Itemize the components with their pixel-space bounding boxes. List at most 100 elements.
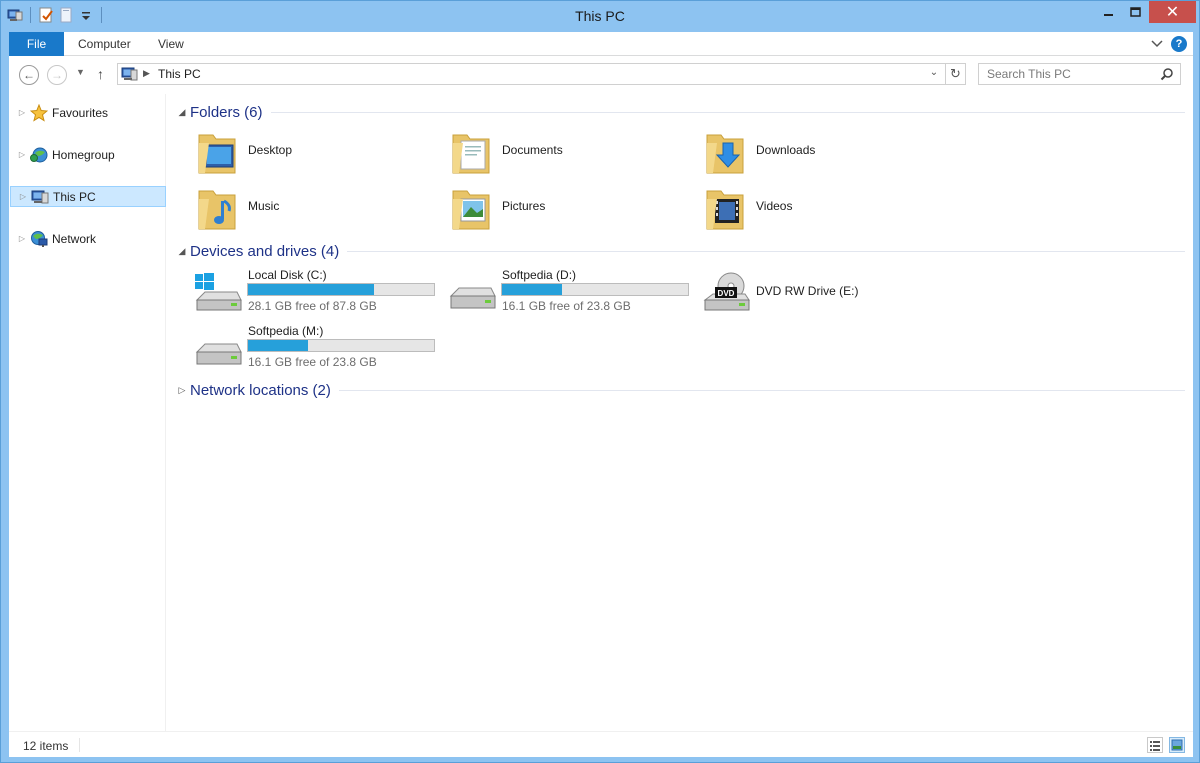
drive-free-space: 16.1 GB free of 23.8 GB [248,355,377,369]
group-divider [338,389,1185,391]
folder-label: Documents [502,143,563,157]
tab-computer[interactable]: Computer [78,32,131,56]
drive-tile-c[interactable]: Local Disk (C:) 28.1 GB free of 87.8 GB [183,268,435,320]
status-bar: 12 items [9,731,1193,757]
group-title: Folders (6) [190,103,263,121]
address-bar[interactable]: ▶ This PC ⌄ ↻ [117,63,966,85]
sidebar-item-homegroup[interactable]: ▷ Homegroup [10,144,166,165]
minimize-icon [1104,14,1113,16]
minimize-button[interactable] [1096,1,1122,23]
collapse-arrow-icon[interactable]: ◢ [175,107,189,118]
recent-locations-icon[interactable]: ▼ [76,67,85,77]
group-header-network-locations[interactable]: ▷ Network locations (2) [175,380,1185,400]
folder-label: Pictures [502,199,546,213]
sidebar-item-label: Favourites [52,105,109,120]
computer-icon [31,188,49,206]
drive-tile-d[interactable]: Softpedia (D:) 16.1 GB free of 23.8 GB [437,268,689,320]
expand-arrow-icon[interactable]: ▷ [175,385,189,396]
folder-label: Videos [756,199,793,213]
refresh-icon[interactable]: ↻ [945,64,965,84]
folder-label: Music [248,199,280,213]
drive-usage-bar [247,339,435,352]
hard-drive-icon [447,272,497,316]
sidebar-item-label: This PC [53,189,96,204]
close-icon: ✕ [1165,4,1180,21]
window-title: This PC [575,8,625,24]
drive-usage-fill [248,284,375,295]
folder-tile-documents[interactable]: Documents [437,127,687,179]
expand-arrow-icon[interactable]: ▷ [17,192,29,201]
expand-ribbon-icon[interactable] [1151,40,1163,48]
drive-usage-fill [248,340,308,351]
drive-usage-fill [502,284,562,295]
sidebar-item-label: Homegroup [52,147,115,162]
title-bar: This PC ✕ [1,1,1199,32]
folder-tile-music[interactable]: Music [183,183,433,235]
up-arrow-icon[interactable]: ↑ [97,66,104,82]
group-header-devices[interactable]: ◢ Devices and drives (4) [175,241,1185,261]
documents-folder-icon [447,129,495,177]
folder-label: Desktop [248,143,293,157]
drive-tile-e[interactable]: DVD DVD RW Drive (E:) [691,268,941,320]
dvd-logo-text: DVD [718,289,735,298]
large-icons-view-icon[interactable] [1169,737,1185,753]
item-count: 12 items [23,739,69,753]
drive-free-space: 16.1 GB free of 23.8 GB [502,299,631,313]
main-body: ▷ Favourites ▷ Homegroup ▷ This PC ▷ Net… [9,94,1193,731]
close-button[interactable]: ✕ [1149,1,1196,23]
content-pane: ◢ Folders (6) Desktop Documents Download… [175,94,1193,731]
drive-free-space: 28.1 GB free of 87.8 GB [248,299,377,313]
folder-tile-pictures[interactable]: Pictures [437,183,687,235]
details-view-icon[interactable] [1147,737,1163,753]
videos-folder-icon [701,185,749,233]
collapse-arrow-icon[interactable]: ◢ [175,246,189,257]
maximize-icon [1130,7,1141,17]
breadcrumb[interactable]: This PC [158,67,201,81]
hard-drive-icon [193,328,243,372]
sidebar-item-favourites[interactable]: ▷ Favourites [10,102,166,123]
tab-view[interactable]: View [158,32,184,56]
computer-icon [121,67,139,84]
expand-arrow-icon[interactable]: ▷ [16,108,28,117]
expand-arrow-icon[interactable]: ▷ [16,150,28,159]
group-divider [270,111,1185,113]
help-icon[interactable]: ? [1171,36,1187,52]
forward-button[interactable]: → [47,65,67,85]
drive-name: Softpedia (D:) [502,268,577,282]
search-icon[interactable] [1160,67,1174,84]
group-divider [347,250,1185,252]
folder-tile-desktop[interactable]: Desktop [183,127,433,179]
folder-label: Downloads [756,143,816,157]
folder-tile-videos[interactable]: Videos [691,183,941,235]
folder-tile-downloads[interactable]: Downloads [691,127,941,179]
sidebar-item-label: Network [52,231,97,246]
drive-name: Softpedia (M:) [248,324,324,338]
maximize-button[interactable] [1122,1,1149,23]
sidebar-item-network[interactable]: ▷ Network [10,228,166,249]
group-title: Devices and drives (4) [190,242,340,260]
sidebar-item-this-pc[interactable]: ▷ This PC [10,186,166,207]
music-folder-icon [193,185,241,233]
tab-file[interactable]: File [9,32,64,56]
address-toolbar: ← → ▼ ↑ ▶ This PC ⌄ ↻ [9,56,1193,94]
expand-arrow-icon[interactable]: ▷ [16,234,28,243]
group-title: Network locations (2) [190,381,331,399]
drive-name: DVD RW Drive (E:) [756,284,859,298]
group-header-folders[interactable]: ◢ Folders (6) [175,102,1185,122]
back-button[interactable]: ← [19,65,39,85]
search-box[interactable] [978,63,1181,85]
navigation-pane: ▷ Favourites ▷ Homegroup ▷ This PC ▷ Net… [9,94,166,731]
status-divider [79,738,80,752]
dvd-drive-icon: DVD [701,272,751,316]
address-dropdown-icon[interactable]: ⌄ [926,67,942,78]
breadcrumb-arrow-icon[interactable]: ▶ [143,68,150,79]
ribbon-tabs: File Computer View ? [9,32,1193,56]
network-icon [30,230,48,248]
forward-arrow-icon: → [51,68,63,82]
explorer-window: This PC ✕ File Computer View ? ← → ▼ ↑ ▶… [0,0,1200,763]
search-input[interactable] [979,64,1149,84]
drive-tile-m[interactable]: Softpedia (M:) 16.1 GB free of 23.8 GB [183,324,435,376]
drive-name: Local Disk (C:) [248,268,327,282]
pictures-folder-icon [447,185,495,233]
desktop-folder-icon [193,129,241,177]
